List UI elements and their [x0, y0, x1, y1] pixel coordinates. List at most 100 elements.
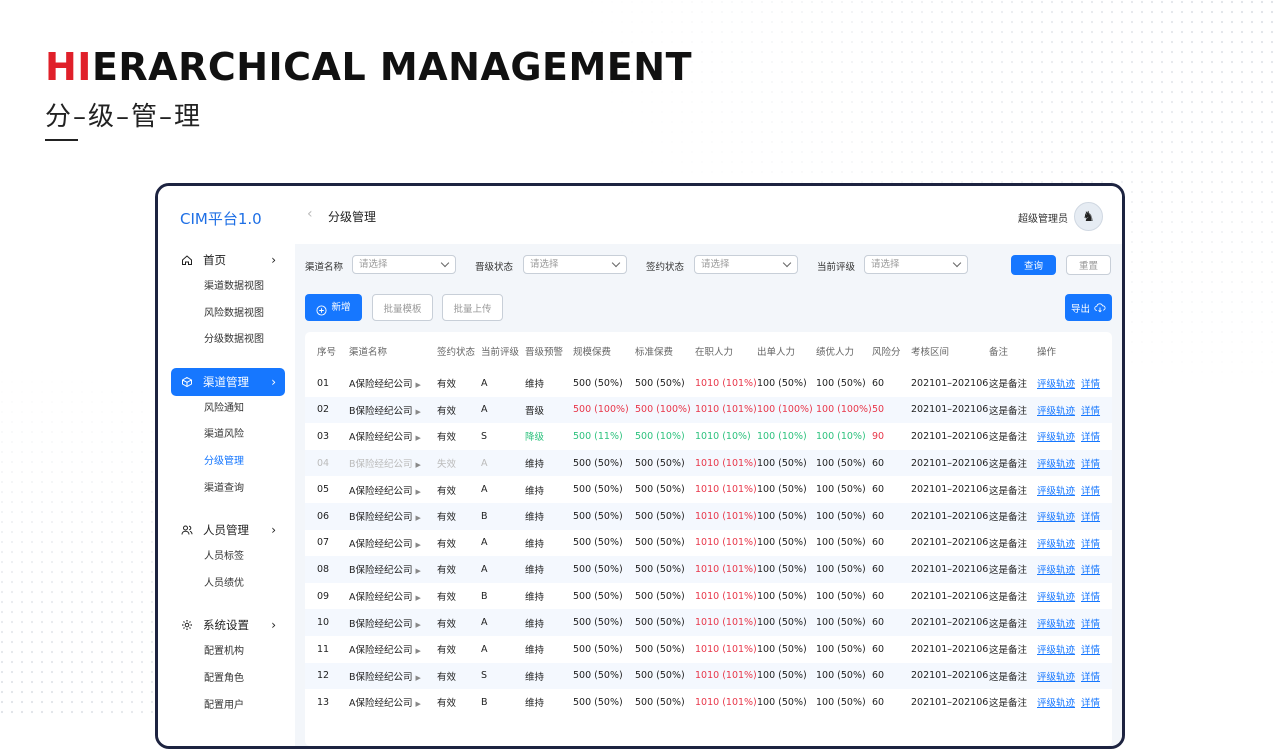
- sidebar-item[interactable]: 配置用户: [158, 693, 295, 720]
- sidebar-item[interactable]: 渠道查询: [158, 476, 295, 503]
- table-row[interactable]: 13 A保险经纪公司 ▶ 有效 B 维持 500 (50%) 500 (50%) 1010 (1…: [305, 689, 1112, 716]
- caret-right-icon[interactable]: ▶: [416, 514, 421, 522]
- rating-track-link[interactable]: 评级轨迹: [1037, 619, 1075, 630]
- sidebar-group-0[interactable]: 首页 ›: [171, 246, 285, 274]
- cell-value: 100 (10%): [757, 430, 807, 442]
- cell-value: 60: [872, 590, 885, 602]
- detail-link[interactable]: 详情: [1081, 645, 1100, 656]
- sidebar-item[interactable]: 风险数据视图: [158, 301, 295, 328]
- back-chevron-icon[interactable]: ‹: [307, 206, 313, 222]
- sidebar-item[interactable]: 渠道风险: [158, 422, 295, 449]
- sidebar-item[interactable]: 分级数据视图: [158, 327, 295, 354]
- cell-value: B: [481, 696, 488, 708]
- detail-link[interactable]: 详情: [1081, 592, 1100, 603]
- caret-right-icon[interactable]: ▶: [416, 461, 421, 469]
- sidebar-item[interactable]: 人员绩优: [158, 571, 295, 598]
- rating-track-link[interactable]: 评级轨迹: [1037, 512, 1075, 523]
- rating-track-link[interactable]: 评级轨迹: [1037, 459, 1075, 470]
- filter-select-sign-status[interactable]: 请选择: [694, 255, 798, 274]
- table-row[interactable]: 03 A保险经纪公司 ▶ 有效 S 降级 500 (11%) 500 (10%) 1010 (1…: [305, 423, 1112, 450]
- filter-label-current-rating: 当前评级: [817, 262, 856, 273]
- rating-track-link[interactable]: 评级轨迹: [1037, 379, 1075, 390]
- filter-select-channel-name[interactable]: 请选择: [352, 255, 456, 274]
- detail-link[interactable]: 详情: [1081, 432, 1100, 443]
- table-row[interactable]: 09 A保险经纪公司 ▶ 有效 B 维持 500 (50%) 500 (50%) 1010 (1…: [305, 583, 1112, 610]
- detail-link[interactable]: 详情: [1081, 619, 1100, 630]
- detail-link[interactable]: 详情: [1081, 459, 1100, 470]
- detail-link[interactable]: 详情: [1081, 406, 1100, 417]
- cell-value: 500 (50%): [635, 377, 685, 389]
- rating-track-link[interactable]: 评级轨迹: [1037, 672, 1075, 683]
- rating-track-link[interactable]: 评级轨迹: [1037, 645, 1075, 656]
- rating-track-link[interactable]: 评级轨迹: [1037, 432, 1075, 443]
- table-row[interactable]: 05 A保险经纪公司 ▶ 有效 A 维持 500 (50%) 500 (50%) 1010 (1…: [305, 476, 1112, 503]
- user-name[interactable]: 超级管理员: [1018, 210, 1068, 225]
- batch-template-button[interactable]: 批量模板: [372, 294, 433, 321]
- caret-right-icon[interactable]: ▶: [416, 647, 421, 655]
- table-row[interactable]: 08 B保险经纪公司 ▶ 有效 A 维持 500 (50%) 500 (50%) 1010 (1…: [305, 556, 1112, 583]
- rating-track-link[interactable]: 评级轨迹: [1037, 539, 1075, 550]
- caret-right-icon[interactable]: ▶: [416, 381, 421, 389]
- table-row[interactable]: 06 B保险经纪公司 ▶ 有效 B 维持 500 (50%) 500 (50%) 1010 (1…: [305, 502, 1112, 530]
- add-button[interactable]: 新增: [305, 294, 362, 321]
- sidebar-item[interactable]: 渠道数据视图: [158, 274, 295, 301]
- caret-right-icon[interactable]: ▶: [416, 674, 421, 682]
- detail-link[interactable]: 详情: [1081, 565, 1100, 576]
- sidebar-group-1[interactable]: 渠道管理 ›: [171, 367, 285, 396]
- sidebar-nav: 首页 › 渠道数据视图 风险数据视图 分级数据视图 渠道管理 › 风险通知 渠道风险 分级管理 渠道…: [158, 246, 295, 719]
- filter-select-current-rating[interactable]: 请选择: [864, 255, 968, 274]
- detail-link[interactable]: 详情: [1081, 698, 1100, 709]
- cell-issue: 100 (50%): [757, 449, 816, 477]
- cell-rating: B: [481, 502, 525, 530]
- sidebar-item[interactable]: 配置角色: [158, 666, 295, 693]
- rating-track-link[interactable]: 评级轨迹: [1037, 592, 1075, 603]
- sidebar-group-3[interactable]: 系统设置 ›: [171, 611, 285, 639]
- rating-track-link[interactable]: 评级轨迹: [1037, 406, 1075, 417]
- rating-track-link[interactable]: 评级轨迹: [1037, 698, 1075, 709]
- cell-sign: 有效: [437, 502, 481, 530]
- cell-value: 500 (50%): [635, 537, 685, 549]
- detail-link[interactable]: 详情: [1081, 672, 1100, 683]
- table-row[interactable]: 07 A保险经纪公司 ▶ 有效 A 维持 500 (50%) 500 (50%) 1010 (1…: [305, 530, 1112, 557]
- cell-value: 100 (50%): [757, 377, 807, 389]
- cell-issue: 100 (50%): [757, 502, 816, 530]
- cell-value: 90: [872, 430, 885, 442]
- filter-select-promotion-status[interactable]: 请选择: [523, 255, 627, 274]
- caret-right-icon[interactable]: ▶: [416, 621, 421, 629]
- reset-button[interactable]: 重置: [1066, 255, 1111, 275]
- detail-link[interactable]: 详情: [1081, 539, 1100, 550]
- batch-upload-button[interactable]: 批量上传: [442, 294, 503, 321]
- detail-link[interactable]: 详情: [1081, 379, 1100, 390]
- caret-right-icon[interactable]: ▶: [416, 541, 421, 549]
- cell-value: 这是备注: [989, 512, 1028, 524]
- table-row[interactable]: 02 B保险经纪公司 ▶ 有效 A 晋级 500 (100%) 500 (100%) 1010 …: [305, 396, 1112, 424]
- table-row[interactable]: 04 B保险经纪公司 ▶ 失效 A 维持 500 (50%) 500 (50%) 1010 (1…: [305, 449, 1112, 477]
- sidebar-group-2[interactable]: 人员管理 ›: [171, 516, 285, 544]
- rating-track-link[interactable]: 评级轨迹: [1037, 486, 1075, 497]
- caret-right-icon[interactable]: ▶: [416, 488, 421, 496]
- column-header: 序号: [317, 347, 337, 358]
- detail-link[interactable]: 详情: [1081, 486, 1100, 497]
- sidebar-item[interactable]: 配置机构: [158, 639, 295, 666]
- caret-right-icon[interactable]: ▶: [416, 434, 421, 442]
- rating-track-link[interactable]: 评级轨迹: [1037, 565, 1075, 576]
- table-row[interactable]: 11 A保险经纪公司 ▶ 有效 A 维持 500 (50%) 500 (50%) 1010 (1…: [305, 636, 1112, 663]
- table-row[interactable]: 01 A保险经纪公司 ▶ 有效 A 维持 500 (50%) 500 (50%) 1010 (1…: [305, 370, 1112, 397]
- cell-value: 500 (50%): [573, 590, 623, 602]
- caret-right-icon[interactable]: ▶: [416, 700, 421, 708]
- sidebar-item[interactable]: 分级管理: [158, 449, 295, 476]
- caret-right-icon[interactable]: ▶: [416, 567, 421, 575]
- cell-std: 500 (50%): [635, 370, 695, 397]
- cell-no: 10: [305, 609, 349, 636]
- query-button[interactable]: 查询: [1011, 255, 1056, 275]
- detail-link[interactable]: 详情: [1081, 512, 1100, 523]
- avatar[interactable]: ♞: [1074, 202, 1103, 231]
- sidebar-item[interactable]: 风险通知: [158, 396, 295, 423]
- table-row[interactable]: 10 B保险经纪公司 ▶ 有效 A 维持 500 (50%) 500 (50%) 1010 (1…: [305, 609, 1112, 636]
- cell-value: 有效: [437, 538, 457, 550]
- table-row[interactable]: 12 B保险经纪公司 ▶ 有效 S 维持 500 (50%) 500 (50%) 1010 (1…: [305, 662, 1112, 690]
- sidebar-item[interactable]: 人员标签: [158, 544, 295, 571]
- caret-right-icon[interactable]: ▶: [416, 408, 421, 416]
- caret-right-icon[interactable]: ▶: [416, 594, 421, 602]
- export-button[interactable]: 导出: [1065, 294, 1112, 321]
